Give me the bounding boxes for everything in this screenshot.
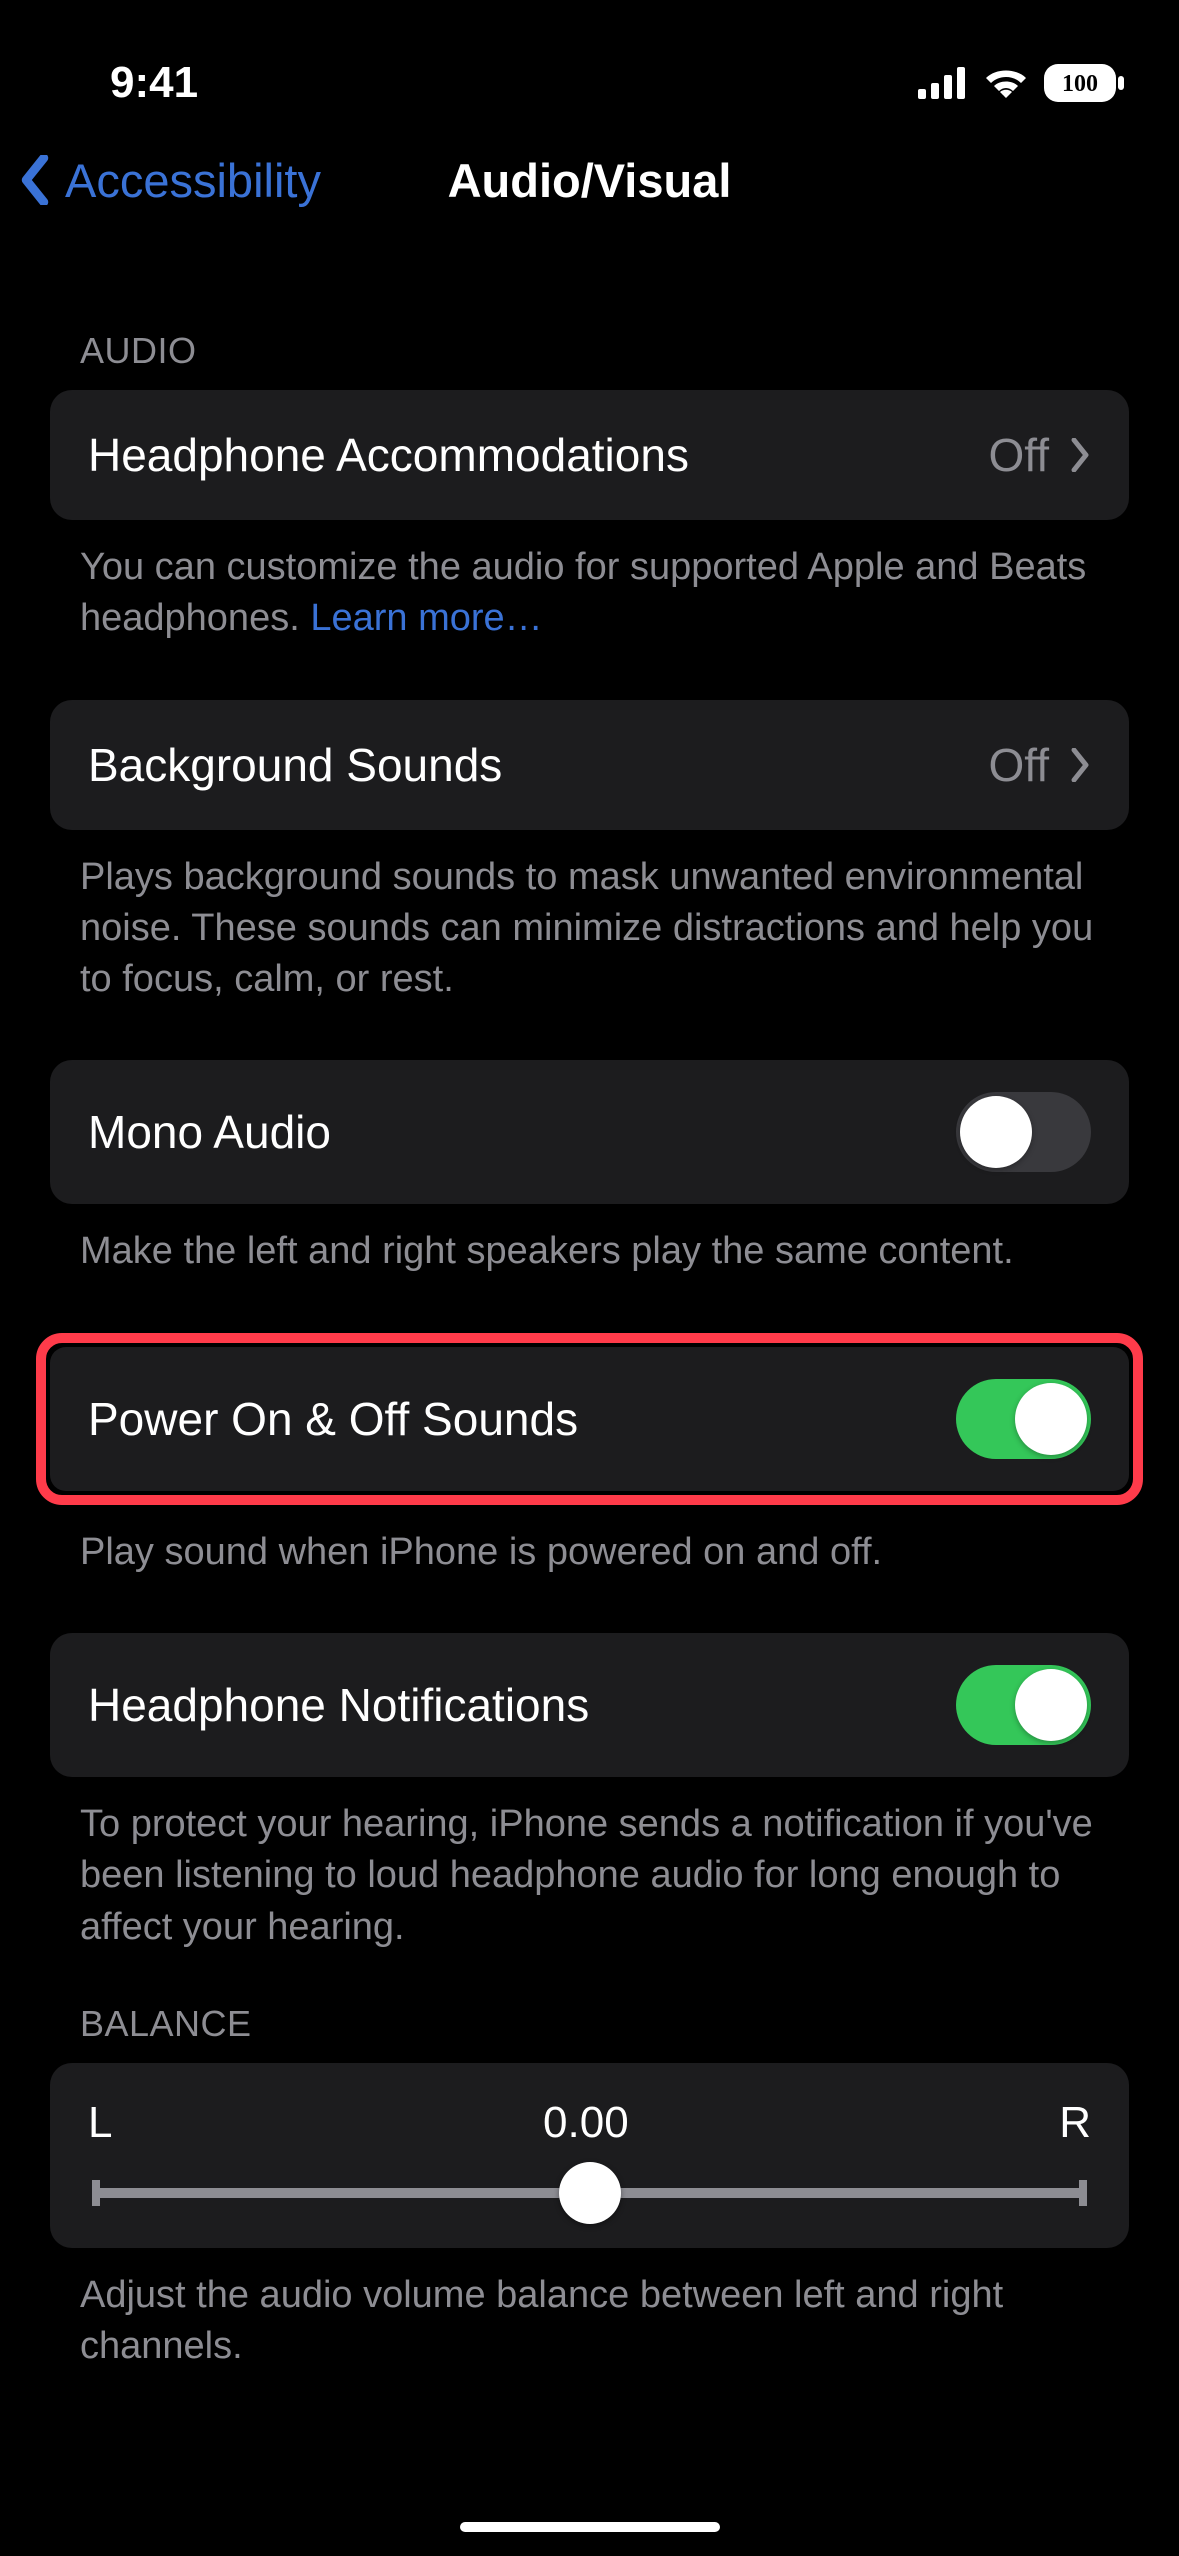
back-button-label: Accessibility bbox=[65, 153, 321, 208]
chevron-right-icon bbox=[1069, 438, 1091, 472]
background-sounds-value: Off bbox=[988, 738, 1049, 792]
balance-right-label: R bbox=[1059, 2098, 1091, 2148]
balance-left-label: L bbox=[88, 2098, 112, 2148]
mono-audio-cell: Mono Audio bbox=[50, 1060, 1129, 1204]
balance-cell: L 0.00 R bbox=[50, 2063, 1129, 2248]
chevron-left-icon bbox=[20, 155, 50, 205]
section-header-audio: AUDIO bbox=[50, 280, 1129, 390]
section-header-balance: BALANCE bbox=[50, 1953, 1129, 2063]
headphone-accommodations-cell[interactable]: Headphone Accommodations Off bbox=[50, 390, 1129, 520]
headphone-notifications-cell: Headphone Notifications bbox=[50, 1633, 1129, 1777]
headphone-accommodations-footer: You can customize the audio for supporte… bbox=[50, 520, 1129, 645]
balance-value: 0.00 bbox=[543, 2098, 629, 2148]
power-sounds-cell: Power On & Off Sounds bbox=[50, 1347, 1129, 1491]
nav-bar: Accessibility Audio/Visual bbox=[0, 130, 1179, 250]
headphone-accommodations-label: Headphone Accommodations bbox=[88, 428, 689, 482]
power-sounds-toggle[interactable] bbox=[956, 1379, 1091, 1459]
cellular-icon bbox=[918, 67, 968, 99]
mono-audio-label: Mono Audio bbox=[88, 1105, 331, 1159]
status-bar: 9:41 100 bbox=[0, 0, 1179, 130]
svg-text:100: 100 bbox=[1062, 71, 1098, 97]
headphone-notifications-footer: To protect your hearing, iPhone sends a … bbox=[50, 1777, 1129, 1953]
status-icons: 100 bbox=[918, 64, 1124, 102]
headphone-notifications-toggle[interactable] bbox=[956, 1665, 1091, 1745]
background-sounds-cell[interactable]: Background Sounds Off bbox=[50, 700, 1129, 830]
mono-audio-toggle[interactable] bbox=[956, 1092, 1091, 1172]
wifi-icon bbox=[982, 66, 1030, 100]
battery-icon: 100 bbox=[1044, 64, 1124, 102]
headphone-notifications-label: Headphone Notifications bbox=[88, 1678, 589, 1732]
balance-slider-thumb[interactable] bbox=[559, 2162, 621, 2224]
home-indicator[interactable] bbox=[460, 2522, 720, 2532]
chevron-right-icon bbox=[1069, 748, 1091, 782]
background-sounds-label: Background Sounds bbox=[88, 738, 502, 792]
balance-footer: Adjust the audio volume balance between … bbox=[50, 2248, 1129, 2373]
page-title: Audio/Visual bbox=[448, 153, 732, 208]
power-sounds-label: Power On & Off Sounds bbox=[88, 1392, 578, 1446]
status-time: 9:41 bbox=[110, 58, 198, 108]
headphone-accommodations-value: Off bbox=[988, 428, 1049, 482]
back-button[interactable]: Accessibility bbox=[20, 153, 321, 208]
power-sounds-footer: Play sound when iPhone is powered on and… bbox=[50, 1505, 1129, 1578]
mono-audio-footer: Make the left and right speakers play th… bbox=[50, 1204, 1129, 1277]
highlight-power-sounds: Power On & Off Sounds bbox=[36, 1333, 1143, 1505]
background-sounds-footer: Plays background sounds to mask unwanted… bbox=[50, 830, 1129, 1006]
balance-slider[interactable] bbox=[92, 2188, 1087, 2198]
learn-more-link[interactable]: Learn more… bbox=[310, 597, 542, 639]
